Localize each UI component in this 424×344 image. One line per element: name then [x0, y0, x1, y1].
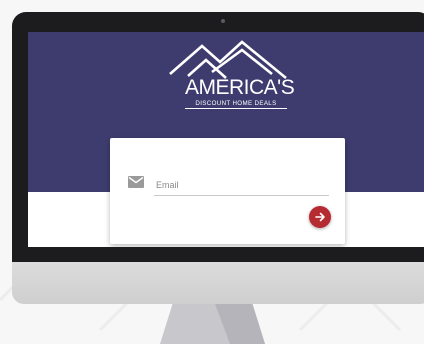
- login-card: [110, 138, 345, 244]
- email-input[interactable]: [154, 174, 329, 196]
- monitor-chin: [12, 262, 424, 304]
- submit-button[interactable]: [309, 206, 331, 228]
- brand-tagline: DISCOUNT HOME DEALS: [185, 100, 287, 109]
- webcam-dot: [221, 19, 225, 23]
- arrow-right-icon: [315, 212, 325, 222]
- mail-icon: [128, 176, 144, 188]
- monitor-screen: AMERICA'S DISCOUNT HOME DEALS: [28, 32, 424, 247]
- brand-name: AMERICA'S: [185, 76, 295, 99]
